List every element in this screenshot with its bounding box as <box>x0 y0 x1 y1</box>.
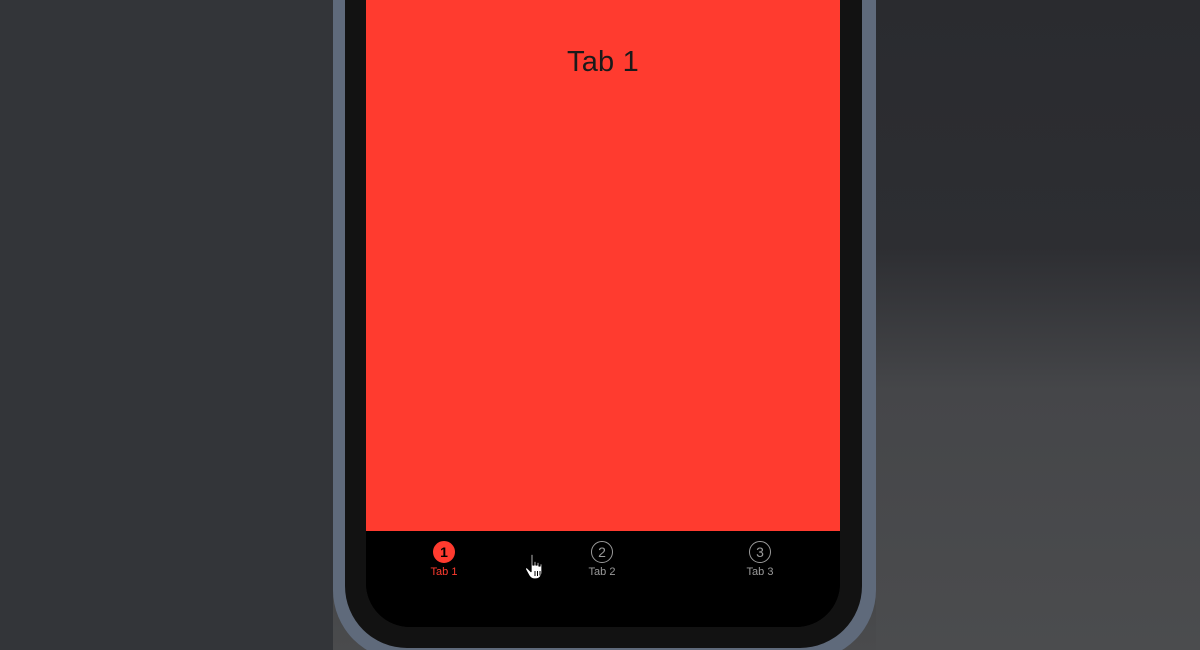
number-1-circle-filled-icon: 1 <box>433 541 455 563</box>
number-2-circle-icon: 2 <box>591 541 613 563</box>
tab-2[interactable]: 2 Tab 2 <box>562 541 642 578</box>
desktop-background-left <box>0 0 333 650</box>
tab-label: Tab 2 <box>588 566 616 578</box>
tab-label: Tab 1 <box>430 566 458 578</box>
simulator-stage: Tab 1 1 Tab 1 2 Tab 2 3 Tab 3 <box>0 0 1200 650</box>
tab-bar: 1 Tab 1 2 Tab 2 3 Tab 3 <box>366 531 840 627</box>
phone-screen: Tab 1 1 Tab 1 2 Tab 2 3 Tab 3 <box>366 0 840 627</box>
tab-content-view: Tab 1 <box>366 0 840 531</box>
screen-title: Tab 1 <box>567 46 639 78</box>
tab-3[interactable]: 3 Tab 3 <box>720 541 800 578</box>
desktop-background-right <box>876 0 1200 650</box>
tab-label: Tab 3 <box>746 566 774 578</box>
tab-1[interactable]: 1 Tab 1 <box>404 541 484 578</box>
hand-pointer-icon <box>524 553 543 580</box>
number-3-circle-icon: 3 <box>749 541 771 563</box>
